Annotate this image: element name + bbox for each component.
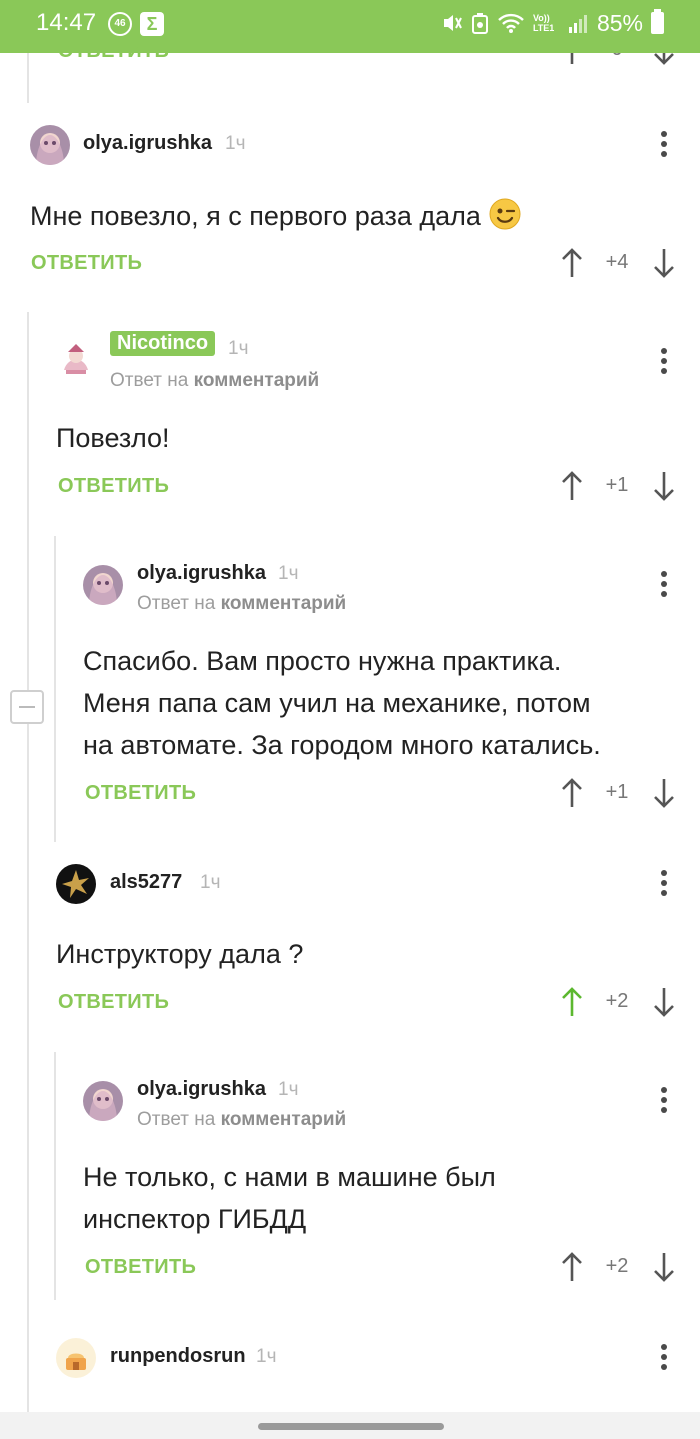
wink-emoji-icon <box>489 198 521 230</box>
more-options-icon[interactable] <box>660 131 668 161</box>
comment-time: 1ч <box>228 338 249 359</box>
comment-text: Спасибо. Вам просто нужна практика. Меня… <box>83 646 601 760</box>
username[interactable]: als5277 <box>110 871 182 894</box>
reply-button[interactable]: ОТВЕТИТЬ <box>85 1256 196 1279</box>
reply-button[interactable]: ОТВЕТИТЬ <box>31 252 142 275</box>
comment-time: 1ч <box>278 1079 299 1100</box>
avatar[interactable] <box>56 340 96 380</box>
vote-score: +4 <box>605 251 629 273</box>
upvote-icon[interactable] <box>560 777 584 809</box>
status-bar: 14:47 46 Σ Vo)) LTE1 85% <box>0 0 700 53</box>
reply-button[interactable]: ОТВЕТИТЬ <box>58 475 169 498</box>
more-options-icon[interactable] <box>660 348 668 378</box>
username[interactable]: runpendosrun <box>110 1345 246 1368</box>
comment-text: Инструктору дала ? <box>56 939 304 969</box>
downvote-icon[interactable] <box>652 1251 676 1283</box>
vote-control: +1 <box>560 468 676 504</box>
battery-icon <box>651 9 664 34</box>
downvote-icon[interactable] <box>652 247 676 279</box>
upvote-icon[interactable] <box>560 470 584 502</box>
avatar[interactable] <box>83 1081 123 1121</box>
home-gesture-handle[interactable] <box>258 1423 444 1430</box>
comment-time: 1ч <box>278 563 299 584</box>
sigma-app-icon: Σ <box>140 12 164 36</box>
comment-text: Мне повезло, я с первого раза дала <box>30 195 521 237</box>
vote-score: +1 <box>605 781 629 803</box>
thread-line <box>54 536 56 842</box>
status-time: 14:47 <box>36 9 97 36</box>
battery-percent: 85% <box>596 9 643 36</box>
username[interactable]: Nicotinco <box>110 331 216 356</box>
reply-button[interactable]: ОТВЕТИТЬ <box>85 782 196 805</box>
battery-saver-icon <box>471 13 488 34</box>
reply-to-label[interactable]: Ответ на комментарий <box>137 593 346 615</box>
thread-line <box>27 312 29 1412</box>
avatar[interactable] <box>30 125 70 165</box>
comment-time: 1ч <box>200 872 221 893</box>
vote-control: +2 <box>560 984 676 1020</box>
avatar[interactable] <box>56 864 96 904</box>
more-options-icon[interactable] <box>660 1087 668 1117</box>
status-right-icons: Vo)) LTE1 85% <box>441 8 664 38</box>
username[interactable]: olya.igrushka <box>137 562 266 585</box>
comment: Nicotinco 1ч Ответ на комментарий Повезл… <box>56 330 680 470</box>
comment-time: 1ч <box>225 133 246 154</box>
more-options-icon[interactable] <box>660 1344 668 1374</box>
downvote-icon[interactable] <box>652 986 676 1018</box>
mute-vibrate-icon <box>443 15 462 31</box>
reply-to-label[interactable]: Ответ на комментарий <box>137 1109 346 1131</box>
comment-time: 1ч <box>256 1346 277 1367</box>
more-options-icon[interactable] <box>660 571 668 601</box>
vote-control: +2 <box>560 1249 676 1285</box>
system-navigation-bar <box>0 1412 700 1439</box>
upvote-icon-active[interactable] <box>560 986 584 1018</box>
username[interactable]: olya.igrushka <box>137 1078 266 1101</box>
vote-control: +1 <box>560 775 676 811</box>
username[interactable]: olya.igrushka <box>83 132 212 155</box>
thread-line <box>54 1052 56 1300</box>
reply-button[interactable]: ОТВЕТИТЬ <box>58 991 169 1014</box>
comment-text: Повезло! <box>56 423 170 453</box>
upvote-icon[interactable] <box>560 1251 584 1283</box>
vote-score: +2 <box>605 1255 629 1277</box>
comment-text: Не только, с нами в машине был инспектор… <box>83 1162 496 1234</box>
signal-icon <box>568 15 587 33</box>
vote-control: +4 <box>560 245 676 281</box>
vote-score: +2 <box>605 990 629 1012</box>
comment: olya.igrushka 1ч Ответ на комментарий Не… <box>83 1071 680 1251</box>
more-options-icon[interactable] <box>660 870 668 900</box>
collapse-thread-button[interactable] <box>10 690 44 724</box>
avatar[interactable] <box>56 1338 96 1378</box>
wifi-icon <box>498 13 524 33</box>
comment: runpendosrun 1ч <box>56 1338 680 1398</box>
downvote-icon[interactable] <box>652 777 676 809</box>
downvote-icon[interactable] <box>652 470 676 502</box>
vote-score: +1 <box>605 474 629 496</box>
network-badge-icon: 46 <box>108 12 132 36</box>
avatar[interactable] <box>83 565 123 605</box>
comment: olya.igrushka 1ч Ответ на комментарий Сп… <box>83 555 680 775</box>
comment: als5277 1ч Инструктору дала ? <box>56 864 680 974</box>
thread-line <box>27 53 29 103</box>
upvote-icon[interactable] <box>560 247 584 279</box>
reply-to-label[interactable]: Ответ на комментарий <box>110 370 319 392</box>
lte-label: Vo)) LTE1 <box>532 13 555 33</box>
